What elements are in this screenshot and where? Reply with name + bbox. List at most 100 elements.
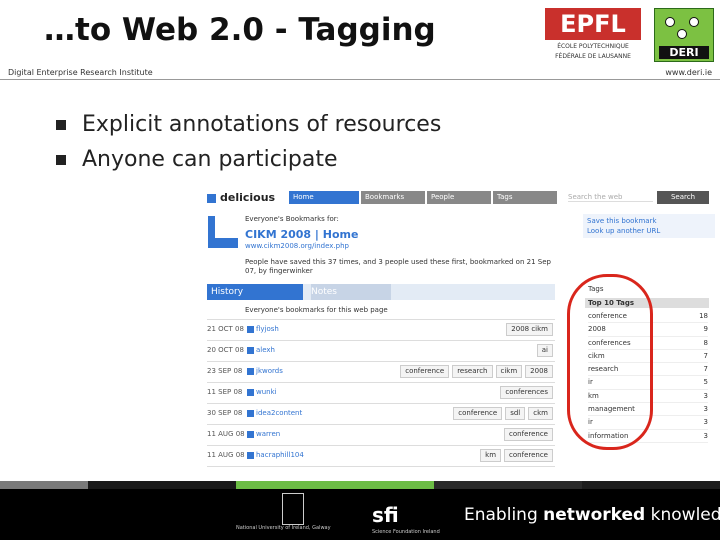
delicious-nav: Home Bookmarks People Tags bbox=[289, 191, 557, 204]
delicious-screenshot: delicious Home Bookmarks People Tags Sea… bbox=[205, 188, 715, 468]
footer-stripes bbox=[0, 481, 720, 489]
row-tags: conference bbox=[504, 428, 553, 441]
tag-chip[interactable]: research bbox=[452, 365, 493, 378]
table-row: 11 AUG 08 hacraphill104 km conference bbox=[207, 445, 555, 466]
header-rule bbox=[0, 79, 720, 80]
bookmark-url[interactable]: www.cikm2008.org/index.php bbox=[245, 242, 349, 250]
tab-notes[interactable]: Notes bbox=[311, 284, 391, 300]
org-url: www.deri.ie bbox=[665, 68, 712, 77]
tag-chip[interactable]: ai bbox=[536, 344, 553, 357]
tag-chip[interactable]: conference bbox=[504, 428, 553, 441]
deri-logo-dot bbox=[665, 17, 675, 27]
row-tags: conference sdl ckm bbox=[453, 407, 553, 420]
side-links: Save this bookmark Look up another URL bbox=[583, 214, 715, 238]
bookmark-icon bbox=[208, 216, 238, 248]
tag-count: 5 bbox=[703, 378, 708, 387]
delicious-logo-icon bbox=[207, 193, 216, 203]
tag-chip[interactable]: ckm bbox=[528, 407, 553, 420]
row-tags: conferences bbox=[500, 386, 553, 399]
deri-logo-dot bbox=[689, 17, 699, 27]
footer-tagline: Enabling networked knowledge. bbox=[464, 505, 720, 525]
epfl-logo-mark: EPFL bbox=[545, 8, 641, 40]
row-tags: km conference bbox=[480, 449, 553, 462]
nav-people[interactable]: People bbox=[427, 191, 491, 204]
bullet-list: Explicit annotations of resources Anyone… bbox=[56, 110, 441, 180]
tag-chip[interactable]: conference bbox=[453, 407, 503, 420]
nav-home[interactable]: Home bbox=[289, 191, 359, 204]
saved-summary: People have saved this 37 times, and 3 p… bbox=[245, 258, 551, 275]
row-user[interactable]: wunki bbox=[247, 388, 277, 396]
search-input[interactable]: Search the web bbox=[568, 193, 653, 202]
tag-chip[interactable]: 2008 bbox=[525, 365, 553, 378]
sfi-subtext: Science Foundation Ireland bbox=[372, 529, 440, 535]
deri-logo-dot bbox=[677, 29, 687, 39]
deri-logo-text: DERI bbox=[659, 46, 709, 59]
nui-text: National University of Ireland, Galway bbox=[236, 525, 331, 531]
nui-crest-icon bbox=[282, 493, 304, 525]
bullet-item: Anyone can participate bbox=[56, 145, 441, 180]
row-tags: ai bbox=[536, 344, 553, 357]
tag-count: 18 bbox=[699, 312, 708, 320]
nav-bookmarks[interactable]: Bookmarks bbox=[361, 191, 425, 204]
row-tags: 2008 cikm bbox=[506, 323, 553, 336]
search-button[interactable]: Search bbox=[657, 191, 709, 204]
sfi-logo: sfi bbox=[372, 503, 399, 527]
tag-count: 3 bbox=[703, 391, 708, 400]
row-date: 20 OCT 08 bbox=[207, 346, 244, 354]
tab-bar: History Notes bbox=[207, 284, 555, 300]
table-row: 30 SEP 08 idea2content conference sdl ckm bbox=[207, 403, 555, 424]
everyone-page-label: Everyone's bookmarks for this web page bbox=[245, 306, 388, 314]
tag-count: 7 bbox=[703, 351, 708, 360]
footer-bar: National University of Ireland, Galway s… bbox=[0, 489, 720, 540]
footer-stripe bbox=[236, 481, 434, 489]
row-date: 11 AUG 08 bbox=[207, 430, 245, 438]
row-date: 30 SEP 08 bbox=[207, 409, 243, 417]
tag-chip[interactable]: sdl bbox=[505, 407, 526, 420]
footer-stripe bbox=[582, 481, 720, 489]
tag-count: 3 bbox=[703, 431, 708, 440]
save-bookmark-link[interactable]: Save this bookmark bbox=[587, 216, 711, 226]
delicious-logo: delicious bbox=[207, 191, 275, 204]
epfl-logo: EPFL ÉCOLE POLYTECHNIQUE FÉDÉRALE DE LAU… bbox=[545, 8, 641, 63]
lookup-url-link[interactable]: Look up another URL bbox=[587, 226, 711, 236]
footer-stripe bbox=[434, 481, 582, 489]
row-tags: conference research cikm 2008 bbox=[400, 365, 553, 378]
tag-chip[interactable]: km bbox=[480, 449, 502, 462]
tag-chip[interactable]: conference bbox=[504, 449, 553, 462]
row-user[interactable]: alexh bbox=[247, 346, 275, 354]
tab-history[interactable]: History bbox=[207, 284, 303, 300]
row-user[interactable]: hacraphill104 bbox=[247, 451, 304, 459]
table-row: 11 SEP 08 wunki conferences bbox=[207, 382, 555, 403]
tag-count: 8 bbox=[703, 338, 708, 347]
bullet-item: Explicit annotations of resources bbox=[56, 110, 441, 145]
footer-stripe bbox=[0, 481, 88, 489]
everyone-label: Everyone's Bookmarks for: bbox=[245, 215, 339, 223]
epfl-logo-line1: ÉCOLE POLYTECHNIQUE bbox=[557, 43, 629, 50]
org-name: Digital Enterprise Research Institute bbox=[8, 68, 153, 77]
row-user[interactable]: flyjosh bbox=[247, 325, 279, 333]
row-date: 23 SEP 08 bbox=[207, 367, 243, 375]
tag-chip[interactable]: 2008 cikm bbox=[506, 323, 553, 336]
slide-title: …to Web 2.0 - Tagging bbox=[44, 12, 436, 48]
row-user[interactable]: warren bbox=[247, 430, 280, 438]
highlight-oval bbox=[567, 274, 653, 450]
nav-tags[interactable]: Tags bbox=[493, 191, 557, 204]
bookmark-title[interactable]: CIKM 2008 | Home bbox=[245, 228, 358, 241]
tag-count: 3 bbox=[703, 418, 708, 427]
tag-chip[interactable]: conferences bbox=[500, 386, 553, 399]
table-row: 11 AUG 08 warren conference bbox=[207, 424, 555, 445]
tag-chip[interactable]: cikm bbox=[495, 365, 523, 378]
table-row: 23 SEP 08 jkwords conference research cikm 20… bbox=[207, 361, 555, 382]
row-date: 11 AUG 08 bbox=[207, 451, 245, 459]
table-row: 20 OCT 08 alexh ai bbox=[207, 340, 555, 361]
tag-count: 3 bbox=[703, 405, 708, 414]
tag-count: 7 bbox=[703, 365, 708, 374]
table-row: 21 OCT 08 flyjosh 2008 cikm bbox=[207, 319, 555, 340]
tag-chip[interactable]: conference bbox=[400, 365, 450, 378]
footer-stripe bbox=[88, 481, 236, 489]
epfl-logo-line2: FÉDÉRALE DE LAUSANNE bbox=[555, 53, 631, 60]
tag-count: 9 bbox=[703, 325, 708, 334]
table-row: 23 JUN 08jonglmonresearchconferencesconf… bbox=[207, 466, 555, 468]
row-user[interactable]: jkwords bbox=[247, 367, 283, 375]
row-user[interactable]: idea2content bbox=[247, 409, 302, 417]
